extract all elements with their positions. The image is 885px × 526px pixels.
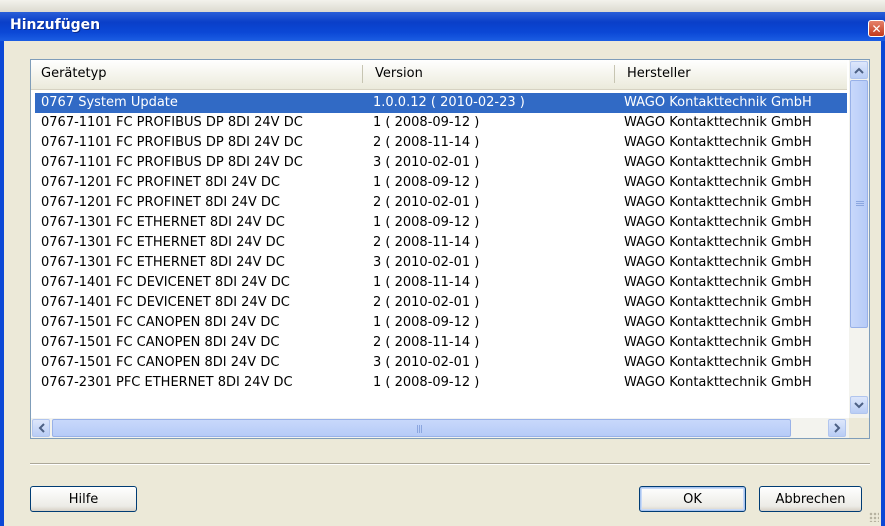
table-row[interactable]: 0767-1501 FC CANOPEN 8DI 24V DC 1 ( 2008-…: [35, 313, 847, 333]
manufacturer-cell: WAGO Kontakttechnik GmbH: [624, 255, 812, 270]
manufacturer-cell: WAGO Kontakttechnik GmbH: [624, 375, 812, 390]
table-row[interactable]: 0767-1301 FC ETHERNET 8DI 24V DC 1 ( 2008…: [35, 213, 847, 233]
device-type-cell: 0767-1301 FC ETHERNET 8DI 24V DC: [41, 235, 285, 250]
device-type-cell: 0767-1101 FC PROFIBUS DP 8DI 24V DC: [41, 135, 303, 150]
thumb-grip: [419, 425, 420, 433]
version-cell: 2 ( 2008-11-14 ): [373, 135, 480, 150]
manufacturer-cell: WAGO Kontakttechnik GmbH: [624, 95, 812, 110]
close-icon: ✕: [871, 21, 882, 36]
device-type-cell: 0767-1501 FC CANOPEN 8DI 24V DC: [41, 355, 280, 370]
version-cell: 1 ( 2008-09-12 ): [373, 115, 480, 130]
manufacturer-cell: WAGO Kontakttechnik GmbH: [624, 335, 812, 350]
table-row[interactable]: 0767-1401 FC DEVICENET 8DI 24V DC 2 ( 201…: [35, 293, 847, 313]
version-cell: 1 ( 2008-09-12 ): [373, 315, 480, 330]
version-cell: 3 ( 2010-02-01 ): [373, 255, 480, 270]
device-type-cell: 0767-1301 FC ETHERNET 8DI 24V DC: [41, 255, 285, 270]
version-cell: 2 ( 2008-11-14 ): [373, 235, 480, 250]
resize-grip-icon[interactable]: [869, 512, 879, 522]
ok-button[interactable]: OK: [639, 486, 746, 512]
help-button[interactable]: Hilfe: [30, 486, 137, 512]
chevron-up-icon: [854, 67, 864, 74]
version-cell: 1.0.0.12 ( 2010-02-23 ): [373, 95, 525, 110]
device-type-cell: 0767-1401 FC DEVICENET 8DI 24V DC: [41, 275, 290, 290]
scroll-left-button[interactable]: [32, 419, 50, 437]
device-type-cell: 0767-1501 FC CANOPEN 8DI 24V DC: [41, 335, 280, 350]
list-header: Gerätetyp Version Hersteller: [31, 60, 847, 90]
table-row[interactable]: 0767-1201 FC PROFINET 8DI 24V DC 1 ( 2008…: [35, 173, 847, 193]
window-frame-left: [0, 41, 4, 526]
table-row[interactable]: 0767-2301 PFC ETHERNET 8DI 24V DC 1 ( 200…: [35, 373, 847, 393]
version-cell: 3 ( 2010-02-01 ): [373, 155, 480, 170]
thumb-grip: [856, 201, 864, 202]
column-header-device-type[interactable]: Gerätetyp: [41, 60, 107, 88]
device-type-cell: 0767-1501 FC CANOPEN 8DI 24V DC: [41, 315, 280, 330]
table-row[interactable]: 0767-1301 FC ETHERNET 8DI 24V DC 2 ( 2008…: [35, 233, 847, 253]
version-cell: 1 ( 2008-11-14 ): [373, 275, 480, 290]
manufacturer-cell: WAGO Kontakttechnik GmbH: [624, 115, 812, 130]
table-row[interactable]: 0767-1101 FC PROFIBUS DP 8DI 24V DC 1 ( 2…: [35, 113, 847, 133]
vertical-scrollbar[interactable]: [849, 60, 869, 419]
device-type-cell: 0767-1201 FC PROFINET 8DI 24V DC: [41, 175, 281, 190]
background-window-strip: [0, 0, 885, 12]
manufacturer-cell: WAGO Kontakttechnik GmbH: [624, 195, 812, 210]
manufacturer-cell: WAGO Kontakttechnik GmbH: [624, 315, 812, 330]
thumb-grip: [856, 205, 864, 206]
manufacturer-cell: WAGO Kontakttechnik GmbH: [624, 355, 812, 370]
cancel-button[interactable]: Abbrechen: [759, 486, 862, 512]
chevron-down-icon: [854, 401, 864, 408]
device-type-cell: 0767-1401 FC DEVICENET 8DI 24V DC: [41, 295, 290, 310]
version-cell: 3 ( 2010-02-01 ): [373, 355, 480, 370]
close-button[interactable]: ✕: [868, 20, 885, 37]
window-title: Hinzufügen: [10, 17, 101, 33]
column-separator[interactable]: [362, 65, 363, 83]
scroll-down-button[interactable]: [850, 396, 868, 414]
scrollbar-corner: [849, 418, 869, 438]
thumb-grip: [417, 425, 418, 433]
table-row[interactable]: 0767-1301 FC ETHERNET 8DI 24V DC 3 ( 2010…: [35, 253, 847, 273]
manufacturer-cell: WAGO Kontakttechnik GmbH: [624, 235, 812, 250]
window-frame-right: [881, 41, 885, 526]
table-row[interactable]: 0767-1501 FC CANOPEN 8DI 24V DC 3 ( 2010-…: [35, 353, 847, 373]
chevron-left-icon: [38, 423, 45, 433]
scroll-up-button[interactable]: [850, 61, 868, 79]
version-cell: 1 ( 2008-09-12 ): [373, 215, 480, 230]
thumb-grip: [421, 425, 422, 433]
manufacturer-cell: WAGO Kontakttechnik GmbH: [624, 295, 812, 310]
version-cell: 2 ( 2010-02-01 ): [373, 195, 480, 210]
device-type-cell: 0767-1101 FC PROFIBUS DP 8DI 24V DC: [41, 155, 303, 170]
chevron-right-icon: [833, 423, 840, 433]
device-type-cell: 0767-1201 FC PROFINET 8DI 24V DC: [41, 195, 281, 210]
column-header-manufacturer[interactable]: Hersteller: [627, 60, 691, 88]
title-bar[interactable]: Hinzufügen ✕: [0, 12, 885, 41]
device-type-cell: 0767-2301 PFC ETHERNET 8DI 24V DC: [41, 375, 293, 390]
manufacturer-cell: WAGO Kontakttechnik GmbH: [624, 135, 812, 150]
manufacturer-cell: WAGO Kontakttechnik GmbH: [624, 175, 812, 190]
table-row[interactable]: 0767-1101 FC PROFIBUS DP 8DI 24V DC 3 ( 2…: [35, 153, 847, 173]
version-cell: 1 ( 2008-09-12 ): [373, 375, 480, 390]
table-row[interactable]: 0767 System Update 1.0.0.12 ( 2010-02-23 …: [35, 93, 847, 113]
column-header-version[interactable]: Version: [375, 60, 423, 88]
device-type-cell: 0767 System Update: [41, 95, 178, 110]
separator-line: [30, 463, 870, 465]
version-cell: 2 ( 2010-02-01 ): [373, 295, 480, 310]
horizontal-scrollbar[interactable]: [31, 418, 869, 438]
manufacturer-cell: WAGO Kontakttechnik GmbH: [624, 215, 812, 230]
horizontal-scroll-thumb[interactable]: [52, 419, 791, 437]
manufacturer-cell: WAGO Kontakttechnik GmbH: [624, 155, 812, 170]
vertical-scroll-thumb[interactable]: [850, 80, 868, 328]
device-type-cell: 0767-1101 FC PROFIBUS DP 8DI 24V DC: [41, 115, 303, 130]
version-cell: 2 ( 2008-11-14 ): [373, 335, 480, 350]
device-type-cell: 0767-1301 FC ETHERNET 8DI 24V DC: [41, 215, 285, 230]
manufacturer-cell: WAGO Kontakttechnik GmbH: [624, 275, 812, 290]
table-row[interactable]: 0767-1401 FC DEVICENET 8DI 24V DC 1 ( 200…: [35, 273, 847, 293]
table-row[interactable]: 0767-1201 FC PROFINET 8DI 24V DC 2 ( 2010…: [35, 193, 847, 213]
table-row[interactable]: 0767-1101 FC PROFIBUS DP 8DI 24V DC 2 ( 2…: [35, 133, 847, 153]
scroll-right-button[interactable]: [828, 419, 846, 437]
thumb-grip: [856, 203, 864, 204]
version-cell: 1 ( 2008-09-12 ): [373, 175, 480, 190]
table-row[interactable]: 0767-1501 FC CANOPEN 8DI 24V DC 2 ( 2008-…: [35, 333, 847, 353]
device-list[interactable]: Gerätetyp Version Hersteller 0767 System…: [30, 59, 870, 439]
column-separator[interactable]: [614, 65, 615, 83]
